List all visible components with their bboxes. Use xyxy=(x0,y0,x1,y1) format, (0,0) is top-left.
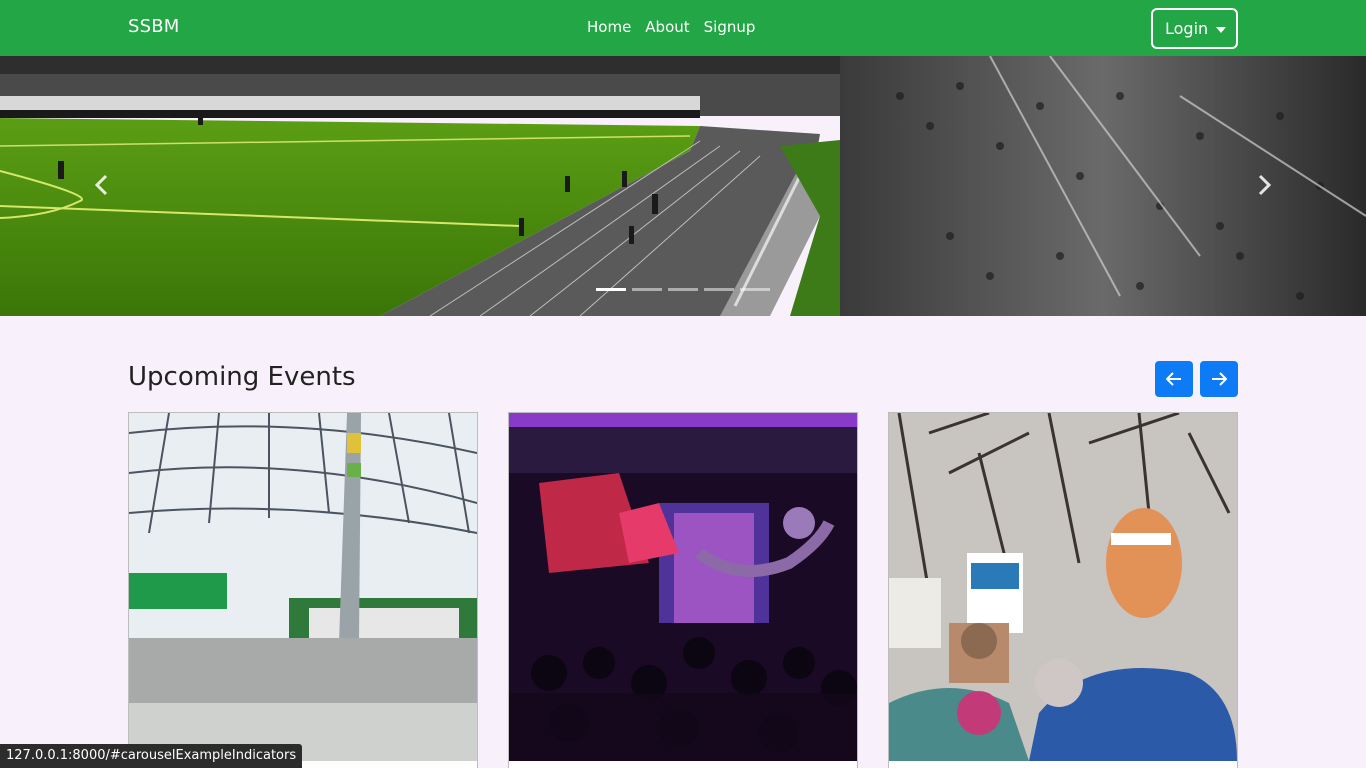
nav-links: Home About Signup xyxy=(587,18,755,36)
event-card[interactable] xyxy=(888,412,1238,768)
section-title: Upcoming Events xyxy=(128,362,356,392)
events-prev-button[interactable] xyxy=(1155,361,1193,397)
arrow-left-icon xyxy=(1166,372,1181,386)
nav-link-about[interactable]: About xyxy=(645,18,689,36)
event-card[interactable] xyxy=(128,412,478,768)
carousel-indicator[interactable] xyxy=(596,288,626,291)
event-card-image xyxy=(509,413,857,761)
carousel-indicator[interactable] xyxy=(632,288,662,291)
carousel-indicator[interactable] xyxy=(740,288,770,291)
event-card-image xyxy=(129,413,477,761)
carousel-slide-image xyxy=(0,56,1366,316)
login-dropdown-button[interactable]: Login xyxy=(1151,8,1238,49)
hero-carousel xyxy=(0,56,1366,316)
chevron-left-icon xyxy=(94,174,108,196)
nav-link-signup[interactable]: Signup xyxy=(704,18,756,36)
carousel-indicators xyxy=(596,288,770,291)
nav-link-home[interactable]: Home xyxy=(587,18,631,36)
carousel-indicator[interactable] xyxy=(704,288,734,291)
arrow-right-icon xyxy=(1212,372,1227,386)
events-next-button[interactable] xyxy=(1200,361,1238,397)
caret-down-icon xyxy=(1216,27,1226,33)
login-label: Login xyxy=(1165,19,1209,38)
chevron-right-icon xyxy=(1258,174,1272,196)
navbar: SSBM Home About Signup Login xyxy=(0,0,1366,56)
brand-logo[interactable]: SSBM xyxy=(128,16,180,37)
carousel-next-control[interactable] xyxy=(1226,56,1366,316)
event-card-image xyxy=(889,413,1237,761)
browser-status-bar: 127.0.0.1:8000/#carouselExampleIndicator… xyxy=(0,744,303,768)
event-card[interactable] xyxy=(508,412,858,768)
carousel-prev-control[interactable] xyxy=(0,56,140,316)
carousel-indicator[interactable] xyxy=(668,288,698,291)
